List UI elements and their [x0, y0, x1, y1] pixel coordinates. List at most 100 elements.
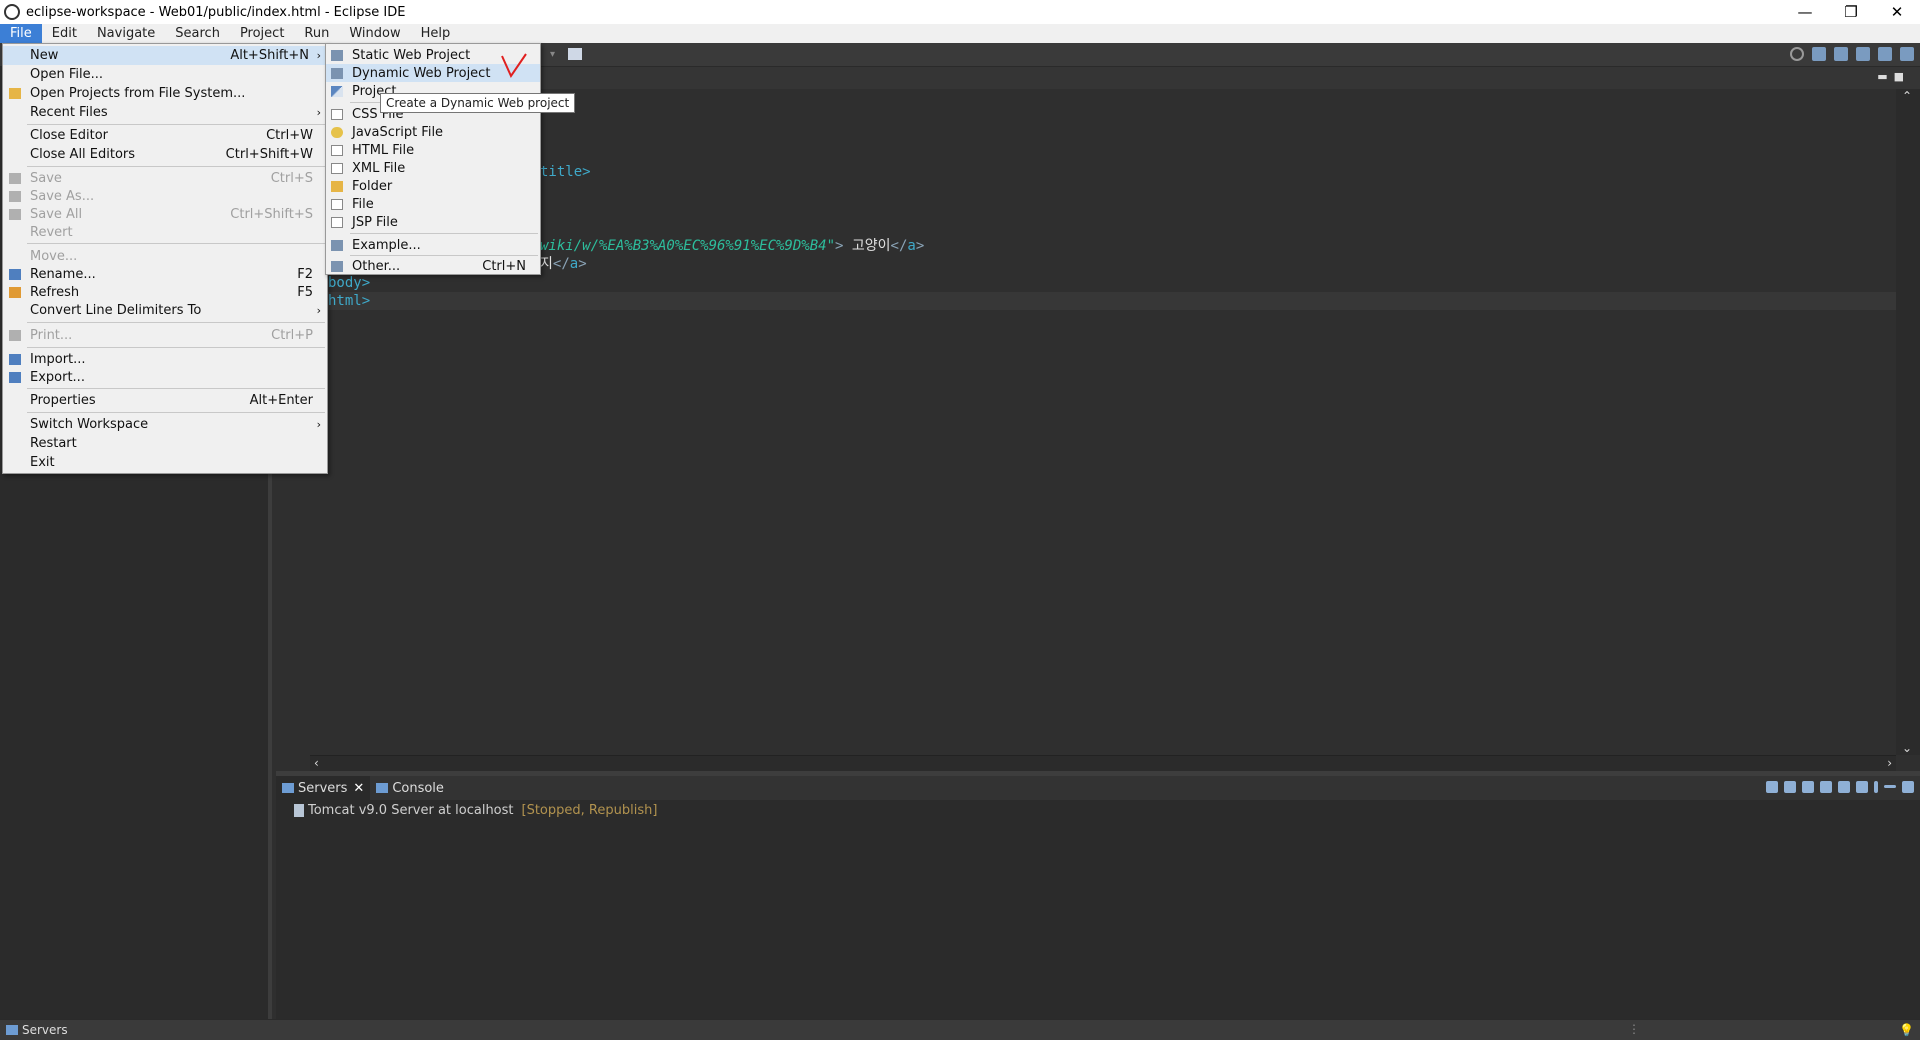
menu-item-close-all-editors[interactable]: Close All Editors Ctrl+Shift+W	[3, 145, 327, 164]
title-bar: eclipse-workspace - Web01/public/index.h…	[0, 0, 1920, 24]
menu-separator	[27, 322, 325, 323]
menu-item-import-label: Import...	[30, 352, 86, 367]
tooltip: Create a Dynamic Web project	[380, 93, 576, 113]
menu-edit[interactable]: Edit	[42, 24, 87, 43]
submenu-folder[interactable]: Folder	[326, 177, 540, 195]
menu-navigate[interactable]: Navigate	[87, 24, 165, 43]
server-name: Tomcat v9.0 Server at localhost	[308, 803, 514, 818]
view-menu-icon[interactable]	[1874, 781, 1878, 793]
start-server-icon[interactable]	[1802, 781, 1814, 793]
menu-item-print[interactable]: Print... Ctrl+P	[3, 326, 327, 345]
submenu-html-file[interactable]: HTML File	[326, 141, 540, 159]
tomcat-server-icon	[294, 804, 304, 817]
menu-separator	[27, 347, 325, 348]
menu-item-open-projects[interactable]: Open Projects from File System...	[3, 84, 327, 103]
minimize-button[interactable]: —	[1782, 0, 1828, 24]
menu-run[interactable]: Run	[294, 24, 339, 43]
web-perspective-icon[interactable]	[1900, 47, 1914, 61]
editor-vertical-scrollbar[interactable]: ⌃ ⌄	[1896, 89, 1920, 755]
project-icon	[331, 85, 343, 97]
menu-item-refresh[interactable]: Refresh F5	[3, 283, 327, 302]
restore-button[interactable]: ❐	[1828, 0, 1874, 24]
servers-toolbar	[1766, 781, 1914, 793]
menu-item-properties[interactable]: Properties Alt+Enter	[3, 391, 327, 410]
print-icon	[9, 330, 21, 341]
menu-item-restart[interactable]: Restart	[3, 434, 327, 453]
menu-item-print-shortcut: Ctrl+P	[271, 328, 313, 343]
scroll-left-icon[interactable]: ‹	[314, 756, 319, 770]
profile-server-icon[interactable]	[1820, 781, 1832, 793]
search-icon[interactable]	[1790, 47, 1804, 61]
scroll-down-icon[interactable]: ⌄	[1902, 741, 1912, 755]
menu-item-convert-line-delimiters[interactable]: Convert Line Delimiters To ›	[3, 301, 327, 320]
menu-project[interactable]: Project	[230, 24, 294, 43]
folder-icon	[331, 180, 343, 192]
menu-item-close-editor[interactable]: Close Editor Ctrl+W	[3, 126, 327, 145]
submenu-file[interactable]: File	[326, 195, 540, 213]
menu-item-save-as[interactable]: Save As...	[3, 187, 327, 206]
menu-item-save[interactable]: Save Ctrl+S	[3, 169, 327, 188]
menu-bar: File Edit Navigate Search Project Run Wi…	[0, 24, 1920, 43]
git-perspective-icon[interactable]	[1878, 47, 1892, 61]
maximize-icon[interactable]	[1902, 781, 1914, 793]
menu-item-open-file[interactable]: Open File...	[3, 65, 327, 84]
servers-icon	[6, 1025, 18, 1035]
debug-server-icon[interactable]	[1784, 781, 1796, 793]
minimize-icon[interactable]	[1884, 785, 1896, 788]
menu-item-new[interactable]: New Alt+Shift+N ›	[3, 46, 327, 65]
menu-item-new-label: New	[30, 48, 59, 63]
submenu-other[interactable]: Other... Ctrl+N	[326, 257, 540, 275]
menu-item-save-all[interactable]: Save All Ctrl+Shift+S	[3, 205, 327, 224]
menu-item-save-all-label: Save All	[30, 207, 83, 222]
menu-help[interactable]: Help	[411, 24, 461, 43]
menu-window[interactable]: Window	[339, 24, 410, 43]
menu-file[interactable]: File	[0, 24, 42, 43]
web-project-icon	[331, 67, 343, 79]
editor-horizontal-scrollbar[interactable]: ‹ ›	[310, 755, 1896, 771]
close-button[interactable]: ✕	[1874, 0, 1920, 24]
submenu-xml-file[interactable]: XML File	[326, 159, 540, 177]
open-perspective-icon[interactable]	[1812, 47, 1826, 61]
xml-file-icon	[331, 162, 343, 174]
red-check-annotation-icon	[501, 53, 527, 79]
tab-servers[interactable]: Servers ✕	[276, 776, 371, 800]
jsp-file-icon	[331, 216, 343, 228]
tab-console[interactable]: Console	[370, 776, 450, 800]
menu-item-import[interactable]: Import...	[3, 350, 327, 369]
tab-console-label: Console	[392, 780, 444, 796]
submenu-jsp-file[interactable]: JSP File	[326, 213, 540, 231]
menu-item-rename[interactable]: Rename... F2	[3, 265, 327, 284]
menu-item-recent-files-label: Recent Files	[30, 105, 108, 120]
menu-item-recent-files[interactable]: Recent Files ›	[3, 103, 327, 122]
menu-item-restart-label: Restart	[30, 436, 77, 451]
menu-separator	[27, 243, 325, 244]
status-separator-icon: ⋮	[1628, 1022, 1640, 1036]
menu-item-revert[interactable]: Revert	[3, 223, 327, 242]
collapse-icon[interactable]	[1766, 781, 1778, 793]
scroll-up-icon[interactable]: ⌃	[1902, 89, 1912, 103]
toolbar-dropdown-icon[interactable]: ▾	[550, 49, 555, 60]
debug-perspective-icon[interactable]	[1856, 47, 1870, 61]
java-ee-perspective-icon[interactable]	[1834, 47, 1848, 61]
save-all-icon	[9, 209, 21, 220]
stop-server-icon[interactable]	[1838, 781, 1850, 793]
close-icon[interactable]: ✕	[353, 781, 364, 796]
tip-lightbulb-icon[interactable]: 💡	[1899, 1023, 1914, 1037]
open-type-icon[interactable]	[568, 48, 582, 60]
submenu-example[interactable]: Example...	[326, 236, 540, 254]
publish-icon[interactable]	[1856, 781, 1868, 793]
submenu-file-label: File	[352, 196, 374, 212]
menu-item-move[interactable]: Move...	[3, 247, 327, 266]
scroll-right-icon[interactable]: ›	[1887, 756, 1892, 770]
submenu-other-shortcut: Ctrl+N	[482, 258, 526, 274]
file-menu-dropdown: New Alt+Shift+N › Open File... Open Proj…	[2, 43, 328, 474]
menu-item-switch-workspace[interactable]: Switch Workspace ›	[3, 415, 327, 434]
menu-item-exit[interactable]: Exit	[3, 453, 327, 472]
perspective-switcher	[1790, 47, 1914, 61]
servers-icon	[282, 783, 294, 793]
submenu-javascript-file[interactable]: JavaScript File	[326, 123, 540, 141]
server-row[interactable]: Tomcat v9.0 Server at localhost [Stopped…	[294, 803, 657, 818]
menu-search[interactable]: Search	[165, 24, 230, 43]
editor-minmax-icon[interactable]: ▬■	[1877, 70, 1910, 83]
menu-item-export[interactable]: Export...	[3, 368, 327, 387]
